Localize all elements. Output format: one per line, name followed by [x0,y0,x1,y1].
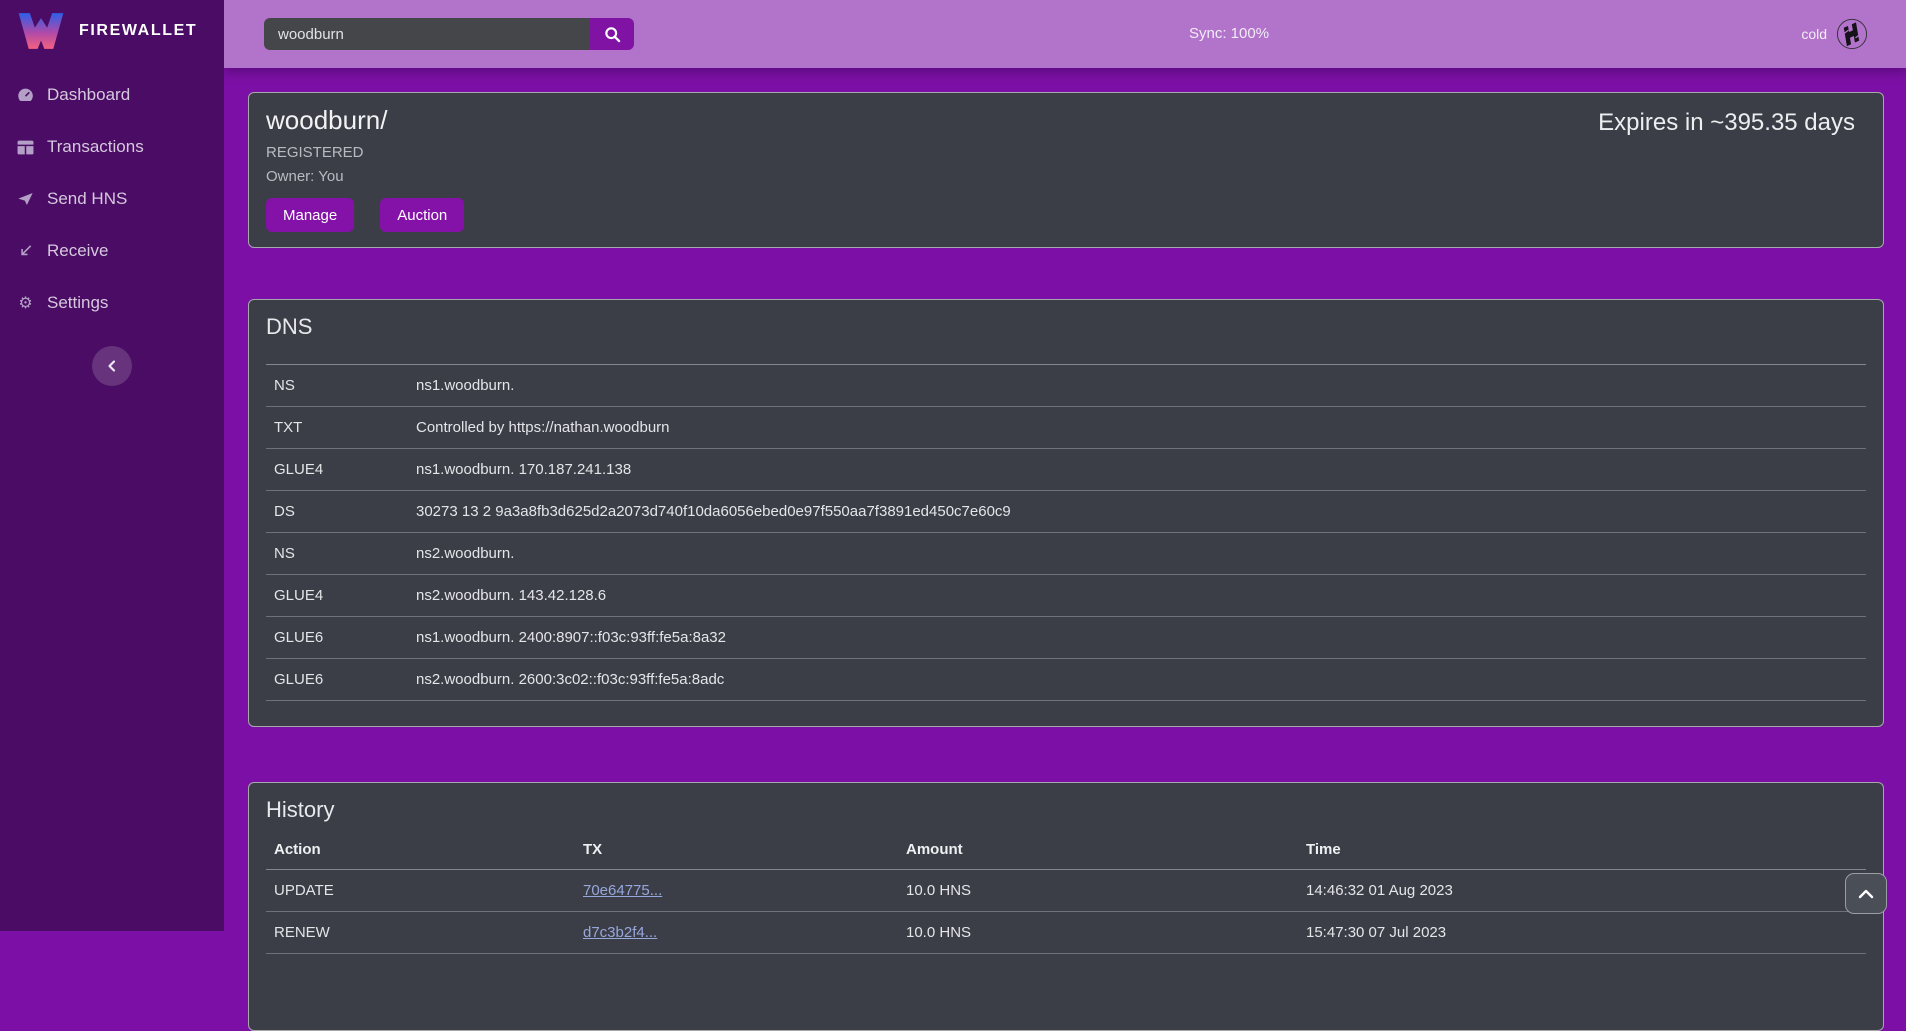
sidebar-item-label: Receive [47,241,108,261]
column-header-action: Action [266,841,575,858]
gauge-icon [16,87,35,103]
history-time: 15:47:30 07 Jul 2023 [1298,924,1866,941]
dns-record-value: Controlled by https://nathan.woodburn [416,419,1866,436]
column-header-amount: Amount [898,841,1298,858]
topbar: Sync: 100% cold [224,0,1906,68]
domain-owner: Owner: You [266,168,1866,185]
history-action: RENEW [266,924,575,941]
send-icon [16,192,35,206]
column-header-time: Time [1298,841,1866,858]
dns-record-type: NS [266,545,416,562]
dns-record-type: DS [266,503,416,520]
history-title: History [266,797,1866,823]
sidebar: FIREWALLET Dashboard Transactions [0,0,224,931]
history-time: 14:46:32 01 Aug 2023 [1298,882,1866,899]
dns-card: DNS NS ns1.woodburn. TXT Controlled by h… [248,299,1884,727]
sidebar-item-label: Transactions [47,137,144,157]
dns-record-row: GLUE4 ns2.woodburn. 143.42.128.6 [266,575,1866,617]
dns-record-value: ns1.woodburn. 2400:8907::f03c:93ff:fe5a:… [416,629,1866,646]
dns-record-type: GLUE6 [266,629,416,646]
domain-status: REGISTERED [266,144,1866,161]
chevron-up-icon [1858,889,1874,899]
receive-arrow-icon [16,244,35,258]
dns-record-row: GLUE6 ns2.woodburn. 2600:3c02::f03c:93ff… [266,659,1866,701]
dns-record-type: TXT [266,419,416,436]
expiry-label: Expires in ~395.35 days [1598,109,1855,137]
history-table: Action TX Amount Time UPDATE 70e64775...… [266,829,1866,954]
scroll-to-top-button[interactable] [1845,873,1887,914]
brand-name: FIREWALLET [79,22,197,40]
sidebar-item-transactions[interactable]: Transactions [0,121,224,173]
dns-record-row: DS 30273 13 2 9a3a8fb3d625d2a2073d740f10… [266,491,1866,533]
dns-title: DNS [266,314,1866,340]
history-table-header: Action TX Amount Time [266,829,1866,870]
tx-link[interactable]: d7c3b2f4... [583,924,657,941]
history-row: UPDATE 70e64775... 10.0 HNS 14:46:32 01 … [266,870,1866,912]
sidebar-item-dashboard[interactable]: Dashboard [0,69,224,121]
wallet-name: cold [1801,26,1827,42]
dns-record-value: ns2.woodburn. 143.42.128.6 [416,587,1866,604]
dns-record-row: TXT Controlled by https://nathan.woodbur… [266,407,1866,449]
sidebar-nav: Dashboard Transactions Send HNS [0,69,224,329]
manage-button[interactable]: Manage [266,198,354,232]
history-tx-cell: 70e64775... [575,882,898,899]
gear-icon: ⚙ [16,295,35,311]
tx-link[interactable]: 70e64775... [583,882,662,899]
firewallet-app: { "brand": { "name": "FIREWALLET" }, "si… [0,0,1906,931]
history-row: RENEW d7c3b2f4... 10.0 HNS 15:47:30 07 J… [266,912,1866,954]
dns-record-value: 30273 13 2 9a3a8fb3d625d2a2073d740f10da6… [416,503,1866,520]
history-amount: 10.0 HNS [898,882,1298,899]
search-bar [264,18,634,50]
dns-record-value: ns1.woodburn. 170.187.241.138 [416,461,1866,478]
sidebar-item-settings[interactable]: ⚙ Settings [0,277,224,329]
history-card: History Action TX Amount Time UPDATE 70e… [248,782,1884,1031]
history-tx-cell: d7c3b2f4... [575,924,898,941]
dns-record-value: ns2.woodburn. 2600:3c02::f03c:93ff:fe5a:… [416,671,1866,688]
dns-record-row: NS ns2.woodburn. [266,533,1866,575]
dns-record-row: GLUE6 ns1.woodburn. 2400:8907::f03c:93ff… [266,617,1866,659]
dns-record-type: NS [266,377,416,394]
sidebar-item-label: Settings [47,293,108,313]
sidebar-item-label: Send HNS [47,189,127,209]
firewallet-logo-icon [16,12,66,50]
auction-button[interactable]: Auction [380,198,464,232]
domain-actions: Manage Auction [266,198,1866,232]
sidebar-item-label: Dashboard [47,85,130,105]
dns-record-value: ns2.woodburn. [416,545,1866,562]
dns-record-type: GLUE6 [266,671,416,688]
chevron-left-icon [106,359,118,373]
dns-record-row: NS ns1.woodburn. [266,365,1866,407]
sidebar-item-send-hns[interactable]: Send HNS [0,173,224,225]
sidebar-collapse-button[interactable] [92,346,132,386]
dns-table: NS ns1.woodburn. TXT Controlled by https… [266,364,1866,701]
dns-record-value: ns1.woodburn. [416,377,1866,394]
brand[interactable]: FIREWALLET [0,0,224,60]
wallet-selector[interactable]: cold [1801,0,1868,68]
history-amount: 10.0 HNS [898,924,1298,941]
search-input[interactable] [264,18,590,50]
dns-record-row: GLUE4 ns1.woodburn. 170.187.241.138 [266,449,1866,491]
sync-status: Sync: 100% [1189,0,1269,68]
sidebar-item-receive[interactable]: Receive [0,225,224,277]
search-button[interactable] [590,18,634,50]
domain-card: woodburn/ REGISTERED Owner: You Manage A… [248,92,1884,248]
dns-record-type: GLUE4 [266,461,416,478]
handshake-logo-icon [1836,18,1868,50]
dns-record-type: GLUE4 [266,587,416,604]
search-icon [604,26,621,43]
table-icon [16,140,35,155]
history-action: UPDATE [266,882,575,899]
column-header-tx: TX [575,841,898,858]
